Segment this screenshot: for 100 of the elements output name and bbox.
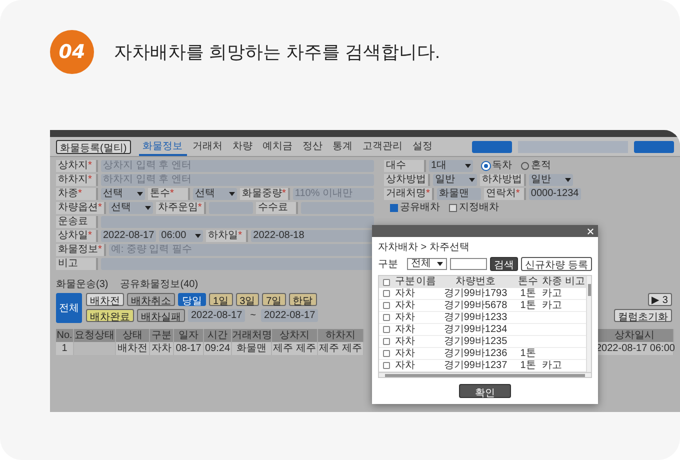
menu-tab[interactable]: 예치금 [258, 138, 297, 156]
filter-button[interactable]: 3일 [236, 293, 260, 306]
column-header: 상차일시 [596, 329, 674, 342]
radio-label: 독차 [492, 160, 512, 172]
field-label: 비고 [56, 258, 98, 270]
dropdown[interactable]: 전체 [407, 258, 447, 270]
filter-button[interactable]: 한달 [288, 293, 317, 306]
dropdown[interactable]: 선택 [193, 188, 237, 200]
new-vehicle-button[interactable]: 신규차량 등록 [521, 257, 592, 271]
input-field[interactable]: 2022-08-18 [251, 230, 374, 242]
table-cell: 배차전 [116, 342, 150, 355]
list-count-label: 화물운송(3) [56, 279, 108, 291]
checkbox[interactable] [382, 290, 390, 297]
checkbox[interactable] [390, 204, 398, 212]
checkbox[interactable] [382, 362, 390, 369]
scrollbar[interactable] [378, 373, 592, 378]
table-cell: 1톤 [516, 300, 540, 312]
field-label: 화물중량* [240, 188, 290, 200]
dropdown[interactable]: 1대 [429, 160, 473, 172]
column-header: 구분 [150, 329, 174, 342]
column-header: 시간 [204, 329, 232, 342]
dropdown[interactable]: 선택 [108, 202, 153, 214]
column-header: 상차지 [272, 329, 318, 342]
checkbox[interactable] [382, 350, 390, 357]
caret-icon [437, 262, 443, 266]
field-label: 하차일* [206, 230, 248, 242]
radio-button[interactable] [521, 162, 529, 170]
range-separator: ~ [249, 310, 257, 321]
radio-label: 혼적 [531, 160, 551, 172]
step-title: 자차배차를 희망하는 차주를 검색합니다. [114, 41, 440, 64]
dropdown[interactable]: 06:00 [159, 230, 204, 242]
confirm-button[interactable]: 확인 [459, 384, 511, 398]
date-field[interactable]: 2022-08-17 [261, 309, 318, 322]
menu-tab[interactable]: 차량 [228, 138, 257, 156]
menu-tab[interactable]: 화물정보 [138, 138, 187, 156]
table-cell: 자차 [393, 348, 417, 360]
filter-button[interactable]: 배차전 [86, 293, 124, 306]
input-field[interactable]: 0000-1234 [528, 188, 581, 200]
checkbox[interactable] [382, 338, 390, 345]
filter-button[interactable]: 당일 [178, 293, 206, 306]
checkbox-label: 공유배차 [400, 202, 440, 214]
checkbox-label: 지정배차 [459, 202, 499, 214]
table-cell: 1톤 [516, 348, 540, 360]
filter-button[interactable]: 1일 [209, 293, 233, 306]
caret-icon [229, 192, 235, 196]
column-header: 구분 [393, 276, 417, 288]
filter-button[interactable]: 배차완료 [86, 309, 134, 322]
column-header: 톤수 [516, 276, 540, 288]
dropdown[interactable]: 일반 [529, 174, 573, 186]
register-button[interactable]: 화물등록(멀티) [56, 140, 131, 154]
field-label: 차종* [56, 188, 98, 200]
input-field[interactable] [101, 258, 374, 270]
field-label: 대수 [384, 160, 426, 172]
date-field[interactable]: 2022-08-17 [188, 309, 246, 322]
field-label: 연락처* [484, 188, 526, 200]
checkbox[interactable] [382, 314, 390, 321]
column-header: 상태 [116, 329, 150, 342]
menu-tab[interactable]: 고객관리 [358, 138, 407, 156]
table-cell: 카고 [540, 288, 564, 300]
scrollbar[interactable] [586, 276, 591, 372]
menu-tab[interactable]: 설정 [408, 138, 437, 156]
input-field[interactable] [101, 216, 374, 228]
next-page-button[interactable]: ▶ 3 [648, 293, 672, 306]
table-cell: 자차 [150, 342, 174, 355]
input-field[interactable]: 2022-08-17 [101, 230, 156, 242]
search-field[interactable] [450, 258, 488, 270]
list-count-label: 공유화물정보(40) [120, 279, 198, 291]
filter-button[interactable]: 7일 [262, 293, 286, 306]
field-label: 톤수* [148, 188, 190, 200]
table-cell: 09:24 [204, 342, 232, 355]
menu-tab[interactable]: 통계 [328, 138, 357, 156]
table-cell: 1 [56, 342, 74, 355]
checkbox[interactable] [382, 326, 390, 333]
reset-columns-button[interactable]: 컬럼초기화 [614, 309, 672, 322]
dropdown[interactable]: 일반 [433, 174, 477, 186]
menu-tab[interactable]: 정산 [298, 138, 327, 156]
column-header: 일자 [174, 329, 204, 342]
filter-button[interactable]: 배차취소 [127, 293, 175, 306]
close-icon[interactable] [587, 228, 594, 234]
filter-button[interactable]: 배차실패 [137, 309, 185, 322]
toolbar-button[interactable] [634, 140, 674, 152]
checkbox[interactable] [449, 204, 457, 212]
all-button[interactable]: 전체 [56, 293, 82, 323]
field-label: 하차지* [56, 174, 98, 186]
caret-icon [137, 192, 143, 196]
checkbox[interactable] [382, 302, 390, 309]
column-header: No. [56, 329, 74, 342]
column-header: 비고 [564, 276, 586, 288]
checkbox[interactable] [382, 278, 390, 286]
input-field[interactable]: 화물맨 [436, 188, 481, 200]
search-button[interactable]: 검색 [490, 257, 518, 271]
field-label: 화물정보* [56, 244, 106, 256]
table-cell: 화물맨 [232, 342, 272, 355]
dropdown[interactable]: 선택 [101, 188, 145, 200]
table-cell: 제주 제주 [318, 342, 364, 355]
toolbar-button[interactable] [472, 140, 512, 152]
menu-tab[interactable]: 거래처 [188, 138, 227, 156]
field-label: 운송료 [56, 216, 98, 228]
table-cell: 경기99바1793 [435, 288, 516, 300]
field-label: 거래처명* [384, 188, 434, 200]
